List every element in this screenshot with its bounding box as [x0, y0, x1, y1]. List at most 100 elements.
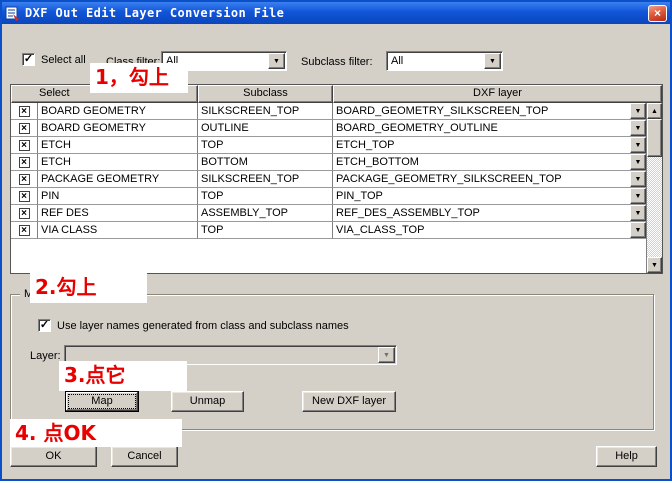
- unmap-button[interactable]: Unmap: [171, 391, 244, 412]
- row-subclass-value: OUTLINE: [198, 120, 333, 137]
- chevron-down-icon[interactable]: ▼: [630, 103, 646, 119]
- use-generated-names-label: Use layer names generated from class and…: [57, 320, 349, 332]
- row-select-cell: ×: [11, 120, 38, 137]
- row-dxf-layer-select[interactable]: BOARD_GEOMETRY_OUTLINE ▼: [333, 120, 646, 137]
- row-subclass-value: SILKSCREEN_TOP: [198, 171, 333, 188]
- annotation-step4: 4. 点OK: [10, 419, 182, 447]
- close-button[interactable]: ×: [648, 5, 667, 22]
- row-dxf-layer-value: REF_DES_ASSEMBLY_TOP: [336, 207, 480, 219]
- annotation-step1: 1，勾上: [90, 63, 188, 93]
- row-checkbox-checked[interactable]: ×: [19, 106, 30, 117]
- cancel-button[interactable]: Cancel: [111, 446, 178, 467]
- checkbox-checked-icon: ✓: [38, 319, 51, 332]
- annotation-step2: 2.勾上: [30, 273, 147, 303]
- dxf-out-dialog: DXF Out Edit Layer Conversion File × ✓ S…: [0, 0, 672, 481]
- subclass-filter-label: Subclass filter:: [301, 56, 373, 68]
- row-dxf-layer-value: BOARD_GEOMETRY_OUTLINE: [336, 122, 498, 134]
- use-generated-names-checkbox[interactable]: ✓ Use layer names generated from class a…: [38, 319, 349, 332]
- layer-value: [65, 346, 396, 348]
- row-dxf-layer-value: ETCH_TOP: [336, 139, 394, 151]
- chevron-down-icon[interactable]: ▼: [378, 347, 395, 363]
- screen: DXF Out Edit Layer Conversion File × ✓ S…: [0, 0, 672, 490]
- table-row: × PINTOPPIN_TOP ▼: [11, 188, 646, 205]
- row-dxf-layer-select[interactable]: PIN_TOP ▼: [333, 188, 646, 205]
- table-row: × BOARD GEOMETRYSILKSCREEN_TOPBOARD_GEOME…: [11, 103, 646, 120]
- row-select-cell: ×: [11, 222, 38, 239]
- row-dxf-layer-value: PACKAGE_GEOMETRY_SILKSCREEN_TOP: [336, 173, 562, 185]
- subclass-filter-select[interactable]: All ▼: [386, 51, 503, 71]
- row-subclass-value: BOTTOM: [198, 154, 333, 171]
- scroll-down-icon[interactable]: ▼: [647, 257, 662, 273]
- row-dxf-layer-select[interactable]: ETCH_TOP ▼: [333, 137, 646, 154]
- app-icon: [5, 5, 21, 21]
- row-checkbox-checked[interactable]: ×: [19, 174, 30, 185]
- vertical-scrollbar[interactable]: ▲ ▼: [646, 103, 662, 273]
- row-dxf-layer-select[interactable]: BOARD_GEOMETRY_SILKSCREEN_TOP ▼: [333, 103, 646, 120]
- row-class-value: BOARD GEOMETRY: [38, 120, 198, 137]
- row-select-cell: ×: [11, 103, 38, 120]
- row-subclass-value: TOP: [198, 188, 333, 205]
- chevron-down-icon[interactable]: ▼: [268, 53, 285, 69]
- row-dxf-layer-select[interactable]: ETCH_BOTTOM ▼: [333, 154, 646, 171]
- row-subclass-value: SILKSCREEN_TOP: [198, 103, 333, 120]
- row-select-cell: ×: [11, 154, 38, 171]
- select-all-label: Select all: [41, 54, 86, 66]
- row-select-cell: ×: [11, 188, 38, 205]
- row-class-value: VIA CLASS: [38, 222, 198, 239]
- annotation-step3: 3.点它: [59, 361, 187, 391]
- table-row: × ETCHBOTTOMETCH_BOTTOM ▼: [11, 154, 646, 171]
- table-body: ×BOARD GEOMETRYSILKSCREEN_TOPBOARD_GEOME…: [11, 103, 646, 273]
- checkbox-checked-icon: ✓: [22, 53, 35, 66]
- row-class-value: ETCH: [38, 154, 198, 171]
- chevron-down-icon[interactable]: ▼: [630, 205, 646, 221]
- chevron-down-icon[interactable]: ▼: [630, 171, 646, 187]
- row-subclass-value: ASSEMBLY_TOP: [198, 205, 333, 222]
- row-select-cell: ×: [11, 171, 38, 188]
- ok-button[interactable]: OK: [10, 446, 97, 467]
- header-dxf-layer[interactable]: DXF layer: [333, 85, 662, 103]
- chevron-down-icon[interactable]: ▼: [484, 53, 501, 69]
- row-dxf-layer-value: ETCH_BOTTOM: [336, 156, 419, 168]
- row-dxf-layer-select[interactable]: REF_DES_ASSEMBLY_TOP ▼: [333, 205, 646, 222]
- row-dxf-layer-select[interactable]: PACKAGE_GEOMETRY_SILKSCREEN_TOP ▼: [333, 171, 646, 188]
- chevron-down-icon[interactable]: ▼: [630, 137, 646, 153]
- row-select-cell: ×: [11, 137, 38, 154]
- window-title: DXF Out Edit Layer Conversion File: [25, 6, 284, 20]
- table-row: × PACKAGE GEOMETRYSILKSCREEN_TOPPACKAGE_G…: [11, 171, 646, 188]
- row-checkbox-checked[interactable]: ×: [19, 140, 30, 151]
- row-dxf-layer-value: VIA_CLASS_TOP: [336, 224, 424, 236]
- row-dxf-layer-value: PIN_TOP: [336, 190, 383, 202]
- new-dxf-layer-button[interactable]: New DXF layer: [302, 391, 396, 412]
- row-subclass-value: TOP: [198, 137, 333, 154]
- chevron-down-icon[interactable]: ▼: [630, 154, 646, 170]
- layer-label: Layer:: [30, 350, 61, 362]
- row-dxf-layer-value: BOARD_GEOMETRY_SILKSCREEN_TOP: [336, 105, 548, 117]
- header-subclass[interactable]: Subclass: [198, 85, 333, 103]
- table-row: × REF DESASSEMBLY_TOPREF_DES_ASSEMBLY_TOP…: [11, 205, 646, 222]
- map-button[interactable]: Map: [65, 391, 139, 412]
- row-checkbox-checked[interactable]: ×: [19, 157, 30, 168]
- row-class-value: BOARD GEOMETRY: [38, 103, 198, 120]
- chevron-down-icon[interactable]: ▼: [630, 188, 646, 204]
- help-button[interactable]: Help: [596, 446, 657, 467]
- chevron-down-icon[interactable]: ▼: [630, 222, 646, 238]
- select-all-checkbox[interactable]: ✓ Select all: [22, 53, 86, 66]
- row-dxf-layer-select[interactable]: VIA_CLASS_TOP ▼: [333, 222, 646, 239]
- row-select-cell: ×: [11, 205, 38, 222]
- row-checkbox-checked[interactable]: ×: [19, 225, 30, 236]
- row-class-value: REF DES: [38, 205, 198, 222]
- layer-conversion-table: Select Subclass DXF layer ×BOARD GEOMETR…: [10, 84, 663, 274]
- titlebar[interactable]: DXF Out Edit Layer Conversion File ×: [2, 2, 670, 24]
- table-row: × BOARD GEOMETRYOUTLINEBOARD_GEOMETRY_OUT…: [11, 120, 646, 137]
- row-class-value: ETCH: [38, 137, 198, 154]
- row-checkbox-checked[interactable]: ×: [19, 191, 30, 202]
- row-checkbox-checked[interactable]: ×: [19, 123, 30, 134]
- row-checkbox-checked[interactable]: ×: [19, 208, 30, 219]
- scrollbar-thumb[interactable]: [647, 119, 662, 157]
- row-class-value: PACKAGE GEOMETRY: [38, 171, 198, 188]
- row-subclass-value: TOP: [198, 222, 333, 239]
- chevron-down-icon[interactable]: ▼: [630, 120, 646, 136]
- row-class-value: PIN: [38, 188, 198, 205]
- table-row: × VIA CLASSTOPVIA_CLASS_TOP ▼: [11, 222, 646, 239]
- scroll-up-icon[interactable]: ▲: [647, 103, 662, 119]
